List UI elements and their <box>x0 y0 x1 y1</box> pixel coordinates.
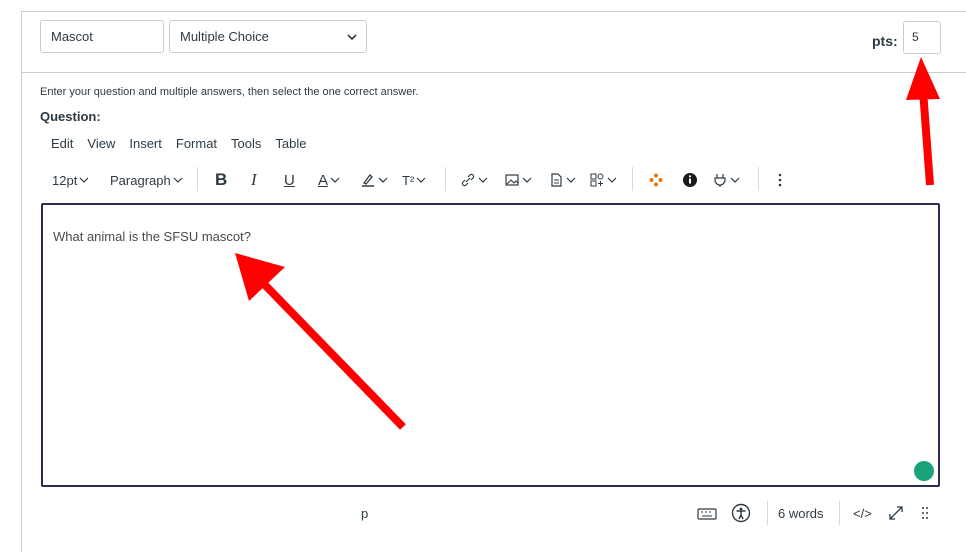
menu-tools[interactable]: Tools <box>231 136 261 151</box>
superscript-button[interactable]: T² <box>402 169 428 191</box>
chevron-down-icon <box>79 177 89 183</box>
points-input[interactable]: 5 <box>903 21 941 54</box>
block-format-button[interactable]: Paragraph <box>110 169 185 191</box>
more-vertical-icon <box>778 173 782 187</box>
question-type-select[interactable]: Multiple Choice <box>169 20 367 53</box>
drag-handle-icon <box>922 507 928 519</box>
font-size-button[interactable]: 12pt <box>52 169 91 191</box>
chevron-down-icon <box>607 177 617 183</box>
rich-text-editor[interactable]: What animal is the SFSU mascot? <box>41 203 940 487</box>
editor-menubar: Edit View Insert Format Tools Table <box>51 136 320 154</box>
toolbar-divider <box>758 167 759 191</box>
statusbar-divider <box>839 501 840 525</box>
chevron-down-icon <box>566 177 576 183</box>
word-count[interactable]: 6 words <box>778 502 824 524</box>
chevron-down-icon <box>173 177 183 183</box>
editor-content[interactable]: What animal is the SFSU mascot? <box>53 229 251 244</box>
document-icon <box>551 173 562 187</box>
menu-table[interactable]: Table <box>275 136 306 151</box>
more-options-button[interactable] <box>776 169 784 191</box>
menu-insert[interactable]: Insert <box>129 136 162 151</box>
menu-edit[interactable]: Edit <box>51 136 73 151</box>
italic-button[interactable]: I <box>251 169 257 191</box>
keyboard-icon <box>697 508 717 520</box>
bold-button[interactable]: B <box>215 169 227 191</box>
document-button[interactable] <box>548 169 578 191</box>
grammar-check-icon[interactable] <box>914 461 934 481</box>
question-title-input[interactable]: Mascot <box>40 20 164 53</box>
menu-view[interactable]: View <box>87 136 115 151</box>
plugin-dots-icon <box>649 173 663 187</box>
link-icon <box>461 173 475 187</box>
block-format-label: Paragraph <box>110 172 171 188</box>
question-label: Question: <box>40 109 101 124</box>
plug-icon <box>714 174 726 187</box>
apps-icon <box>590 173 604 187</box>
editor-toolbar: 12pt Paragraph B I U A T² <box>52 167 812 191</box>
chevron-down-icon <box>522 177 532 183</box>
menu-format[interactable]: Format <box>176 136 217 151</box>
font-color-icon: A <box>318 171 329 189</box>
chevron-down-icon <box>478 177 488 183</box>
accessibility-icon <box>731 503 751 523</box>
chevron-down-icon <box>330 177 340 183</box>
resize-handle[interactable] <box>921 502 929 524</box>
html-editor-toggle[interactable]: </> <box>853 502 872 524</box>
plugin-button[interactable] <box>648 169 664 191</box>
superscript-icon: T² <box>402 172 415 188</box>
editor-statusbar: p 6 words </> <box>41 501 940 526</box>
info-circle-icon <box>683 173 697 187</box>
expand-icon <box>889 506 903 520</box>
question-instructions: Enter your question and multiple answers… <box>40 86 419 98</box>
accessibility-checker-button[interactable] <box>731 502 751 524</box>
image-icon <box>505 174 519 186</box>
toolbar-divider <box>445 167 446 191</box>
apps-button[interactable] <box>589 169 619 191</box>
highlight-color-button[interactable] <box>360 169 390 191</box>
question-panel: Mascot Multiple Choice pts: 5 Enter your… <box>21 11 966 552</box>
external-tool-button[interactable] <box>712 169 742 191</box>
statusbar-divider <box>767 501 768 525</box>
font-color-button[interactable]: A <box>318 169 342 191</box>
font-size-label: 12pt <box>52 172 78 188</box>
points-label: pts: <box>872 33 898 49</box>
question-type-value: Multiple Choice <box>180 29 269 44</box>
element-path[interactable]: p <box>361 502 368 524</box>
fullscreen-button[interactable] <box>887 502 905 524</box>
info-plugin-button[interactable] <box>682 169 698 191</box>
highlighter-icon <box>362 174 374 187</box>
chevron-down-icon <box>730 177 740 183</box>
chevron-down-icon <box>416 177 426 183</box>
underline-button[interactable]: U <box>284 169 295 191</box>
chevron-down-icon <box>378 177 388 183</box>
keyboard-shortcuts-button[interactable] <box>697 502 717 524</box>
link-button[interactable] <box>460 169 490 191</box>
chevron-down-icon <box>347 34 357 41</box>
toolbar-divider <box>197 167 198 191</box>
question-header: Mascot Multiple Choice pts: 5 <box>22 12 966 73</box>
toolbar-divider <box>632 167 633 191</box>
image-button[interactable] <box>504 169 534 191</box>
